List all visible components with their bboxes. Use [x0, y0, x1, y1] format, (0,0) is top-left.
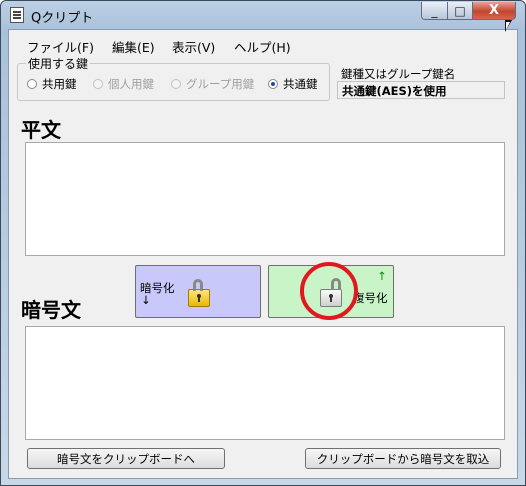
window-title: Qクリプト — [31, 11, 94, 26]
menu-file[interactable]: ファイル(F) — [27, 37, 94, 56]
menu-help[interactable]: ヘルプ(H) — [234, 37, 291, 56]
radio-label: 共用鍵 — [42, 77, 77, 91]
app-window: Qクリプト _ □ X ファイル(F) 編集(E) 表示(V) ヘルプ(H) 使… — [0, 0, 526, 486]
maximize-button[interactable]: □ — [447, 2, 473, 20]
key-info-label: 鍵種又はグループ鍵名 — [341, 67, 456, 81]
ciphertext-textarea[interactable] — [25, 326, 505, 440]
radio-dot[interactable] — [268, 79, 278, 89]
menu-edit[interactable]: 編集(E) — [112, 37, 155, 56]
client-area: ファイル(F) 編集(E) 表示(V) ヘルプ(H) 使用する鍵 共用鍵 個人用… — [8, 29, 518, 479]
radio-dot[interactable] — [27, 79, 37, 89]
title-bar[interactable]: Qクリプト _ □ X — [1, 1, 525, 29]
menu-bar: ファイル(F) 編集(E) 表示(V) ヘルプ(H) — [9, 30, 517, 58]
import-from-clipboard-button[interactable]: クリップボードから暗号文を取込 — [305, 448, 501, 469]
close-button[interactable]: X — [472, 2, 516, 20]
key-type-group: 使用する鍵 共用鍵 個人用鍵 グループ用鍵 共通鍵 — [17, 55, 330, 101]
radio-common-key[interactable]: 共通鍵 — [268, 76, 318, 92]
radio-personal-key[interactable]: 個人用鍵 — [93, 76, 154, 92]
plaintext-heading: 平文 — [21, 118, 61, 142]
radio-group-key[interactable]: グループ用鍵 — [171, 76, 254, 92]
highlight-circle — [300, 262, 358, 320]
mouse-cursor-icon — [505, 20, 512, 32]
app-icon[interactable] — [10, 7, 24, 23]
decrypt-label: 復号化 — [353, 291, 388, 305]
key-info-value: 共通鍵(AES)を使用 — [337, 81, 505, 99]
up-arrow-icon: ↑ — [377, 269, 387, 283]
copy-to-clipboard-button[interactable]: 暗号文をクリップボードへ — [27, 448, 225, 469]
radio-shared-key[interactable]: 共用鍵 — [27, 76, 77, 92]
radio-label: グループ用鍵 — [186, 77, 255, 91]
closed-lock-icon — [188, 279, 210, 307]
down-arrow-icon: ↓ — [141, 293, 151, 307]
encrypt-button[interactable]: 暗号化 ↓ — [135, 265, 261, 318]
radio-label: 共通鍵 — [283, 77, 318, 91]
ciphertext-heading: 暗号文 — [21, 298, 81, 322]
radio-dot[interactable] — [171, 79, 181, 89]
minimize-button[interactable]: _ — [421, 2, 448, 20]
radio-dot[interactable] — [93, 79, 103, 89]
radio-label: 個人用鍵 — [108, 77, 154, 91]
plaintext-textarea[interactable] — [25, 142, 505, 256]
key-type-group-label: 使用する鍵 — [26, 55, 91, 72]
menu-view[interactable]: 表示(V) — [172, 37, 215, 56]
